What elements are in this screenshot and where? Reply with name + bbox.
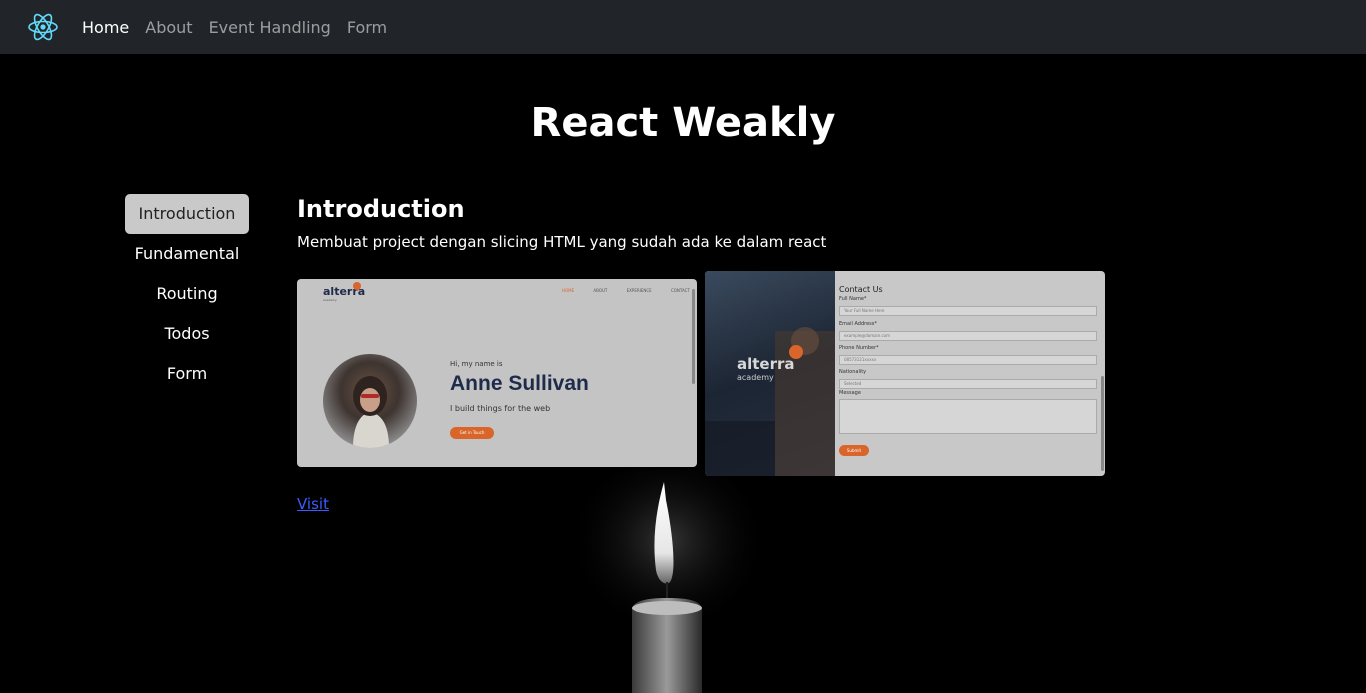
mini-nav-experience: EXPERIENCE	[626, 288, 652, 293]
project-screenshot-contact-form: alterra academy Contact Us Full Name* Yo…	[705, 271, 1105, 476]
full-name-field: Your Full Name Here	[839, 306, 1097, 316]
sidebar: Introduction Fundamental Routing Todos F…	[125, 194, 249, 394]
avatar	[323, 354, 417, 448]
project-screenshot-portfolio: alterra academy HOME ABOUT EXPERIENCE CO…	[297, 279, 697, 467]
hero-name: Anne Sullivan	[450, 372, 589, 395]
alterra-logo-text: alterra	[737, 355, 795, 373]
field-label-phone: Phone Number*	[839, 345, 879, 351]
sidebar-item-routing[interactable]: Routing	[125, 274, 249, 314]
contact-side-image: alterra academy	[705, 271, 835, 476]
navbar: Home About Event Handling Form	[0, 0, 1366, 54]
nav-about-link[interactable]: About	[145, 18, 192, 37]
alterra-logo: alterra academy	[323, 282, 365, 302]
nav-event-handling-link[interactable]: Event Handling	[209, 18, 331, 37]
mini-navbar: HOME ABOUT EXPERIENCE CONTACT	[562, 288, 697, 293]
greeting-text: Hi, my name is	[450, 360, 503, 368]
content-section: Introduction Membuat project dengan slic…	[297, 195, 1117, 251]
nationality-select: Selected	[839, 379, 1097, 389]
contact-form-title: Contact Us	[839, 285, 883, 294]
scrollbar	[1101, 376, 1104, 471]
field-label-full-name: Full Name*	[839, 296, 867, 302]
logo-dot-icon	[789, 345, 803, 359]
field-label-email: Email Address*	[839, 321, 877, 327]
sidebar-item-form[interactable]: Form	[125, 354, 249, 394]
section-title: Introduction	[297, 195, 465, 223]
react-logo-icon[interactable]	[26, 10, 60, 44]
section-description: Membuat project dengan slicing HTML yang…	[297, 233, 827, 251]
message-textarea	[839, 399, 1097, 434]
nav-home-link[interactable]: Home	[82, 18, 129, 37]
alterra-academy-logo: alterra academy	[737, 345, 803, 382]
sidebar-item-todos[interactable]: Todos	[125, 314, 249, 354]
mini-nav-home: HOME	[562, 288, 575, 293]
phone-field: 08573121xxxxx	[839, 355, 1097, 365]
mini-nav-about: ABOUT	[593, 288, 608, 293]
sidebar-item-introduction[interactable]: Introduction	[125, 194, 249, 234]
mini-nav-contact: CONTACT	[670, 288, 690, 293]
logo-dot-icon	[353, 282, 361, 290]
nav-form-link[interactable]: Form	[347, 18, 387, 37]
alterra-logo-sub: academy	[737, 373, 774, 382]
get-in-touch-button: Get in Touch	[450, 427, 494, 439]
hero-tagline: I build things for the web	[450, 404, 551, 413]
email-field: example@domain.com	[839, 331, 1097, 341]
submit-button: Submit	[839, 445, 869, 456]
field-label-nationality: Nationality	[839, 369, 867, 375]
candle-image	[568, 470, 768, 693]
scrollbar	[692, 289, 695, 384]
sidebar-item-fundamental[interactable]: Fundamental	[125, 234, 249, 274]
page-title: React Weakly	[530, 100, 836, 146]
alterra-logo-sub: academy	[323, 298, 337, 302]
field-label-message: Message	[839, 390, 861, 396]
visit-link[interactable]: Visit	[297, 495, 329, 513]
